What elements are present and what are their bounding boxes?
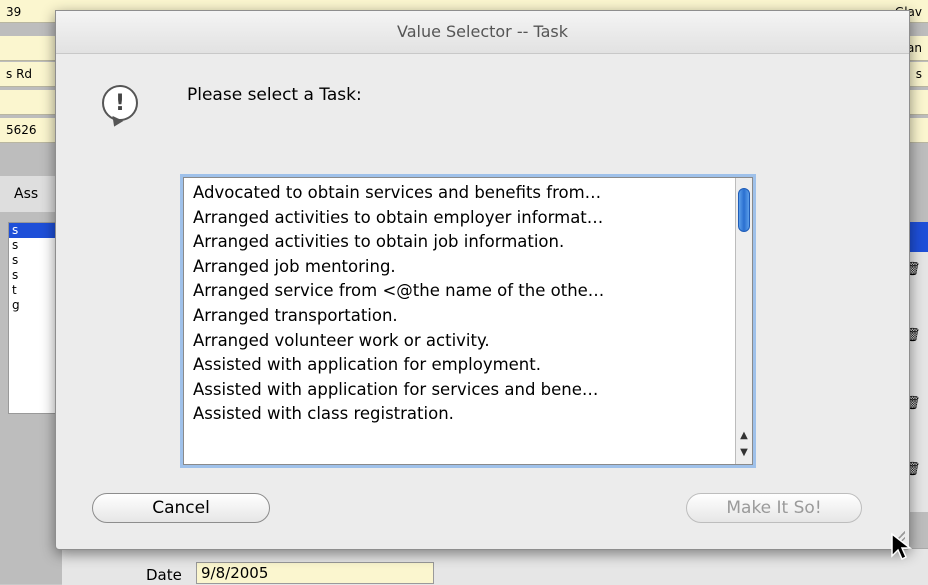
- value-selector-dialog: Value Selector -- Task ! Please select a…: [55, 10, 910, 550]
- list-item[interactable]: Assisted with class registration.: [184, 402, 736, 427]
- list-item[interactable]: Arranged activities to obtain employer i…: [184, 206, 736, 231]
- task-list[interactable]: Advocated to obtain services and benefit…: [183, 177, 753, 465]
- vertical-scrollbar[interactable]: ▲ ▼: [735, 178, 752, 464]
- scrollbar-thumb[interactable]: [738, 188, 750, 232]
- task-list-items: Advocated to obtain services and benefit…: [184, 178, 736, 464]
- scroll-down-arrow-icon[interactable]: ▼: [736, 445, 752, 461]
- scroll-up-arrow-icon[interactable]: ▲: [736, 428, 752, 444]
- list-item[interactable]: s: [9, 253, 55, 268]
- list-item[interactable]: Arranged activities to obtain job inform…: [184, 230, 736, 255]
- list-item[interactable]: Arranged volunteer work or activity.: [184, 329, 736, 354]
- list-item[interactable]: Assisted with application for services a…: [184, 378, 736, 403]
- bg-row-left: 5626: [6, 123, 37, 137]
- date-field[interactable]: 9/8/2005: [196, 562, 434, 584]
- bg-row-left: s Rd: [6, 67, 33, 81]
- list-item[interactable]: g: [9, 298, 55, 313]
- list-item[interactable]: Assisted with application for employment…: [184, 353, 736, 378]
- cancel-button[interactable]: Cancel: [92, 493, 270, 523]
- bg-left-list[interactable]: s s s s t g: [8, 222, 56, 414]
- dialog-title: Value Selector -- Task: [56, 11, 909, 54]
- alert-icon: !: [102, 85, 138, 121]
- bg-bottom-panel: [62, 548, 928, 585]
- make-it-so-button[interactable]: Make It So!: [686, 493, 862, 523]
- list-item[interactable]: Arranged transportation.: [184, 304, 736, 329]
- list-item[interactable]: s: [9, 238, 55, 253]
- mouse-cursor-icon: [891, 532, 912, 561]
- list-item[interactable]: t: [9, 283, 55, 298]
- list-item[interactable]: Arranged job mentoring.: [184, 255, 736, 280]
- bg-tab[interactable]: Ass: [0, 176, 60, 212]
- prompt-label: Please select a Task:: [187, 85, 362, 105]
- bg-row-left: 39: [6, 5, 22, 19]
- list-item[interactable]: s: [9, 268, 55, 283]
- bg-row-right: s: [915, 67, 922, 81]
- list-item[interactable]: Advocated to obtain services and benefit…: [184, 181, 736, 206]
- list-item[interactable]: Arranged service from <@the name of the …: [184, 279, 736, 304]
- date-label: Date: [146, 566, 182, 584]
- list-item[interactable]: s: [9, 223, 55, 238]
